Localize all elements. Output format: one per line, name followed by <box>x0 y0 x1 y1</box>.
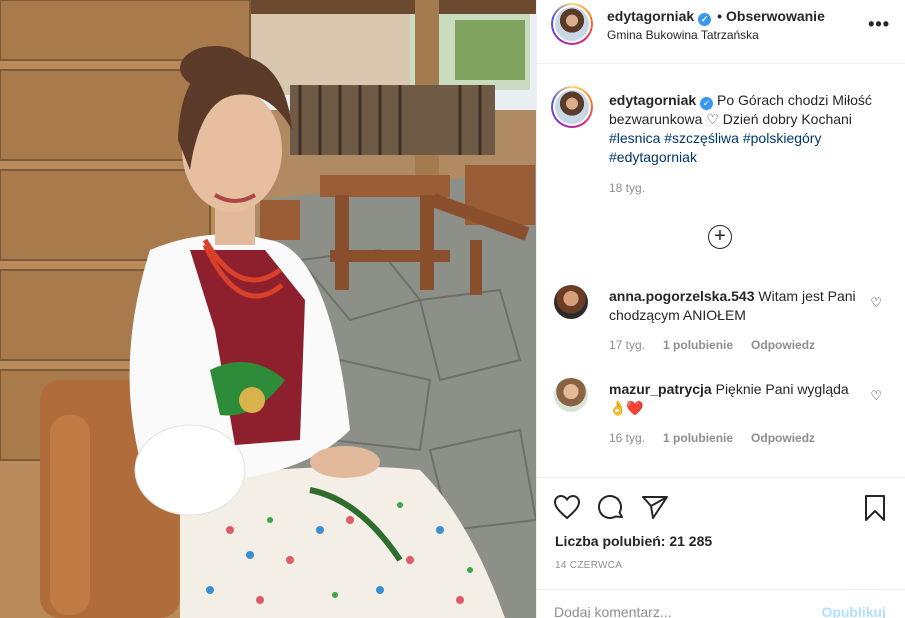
separator: • <box>717 8 723 24</box>
caption-text-2: Dzień dobry Kochani <box>722 111 852 127</box>
like-comment-heart-icon[interactable]: ♡ <box>870 295 882 311</box>
hashtag-link[interactable]: #polskiegóry <box>743 130 822 146</box>
comment-icon[interactable] <box>597 494 625 522</box>
comment-text: mazur_patrycja Pięknie Pani wygląda 👌❤️ <box>609 380 859 418</box>
hashtag-link[interactable]: #edytagorniak <box>609 149 697 165</box>
add-comment-bar: Opublikuj <box>537 589 905 618</box>
more-options-icon[interactable]: ••• <box>868 14 890 35</box>
caption-timestamp[interactable]: 18 tyg. <box>609 181 645 195</box>
like-comment-heart-icon[interactable]: ♡ <box>870 388 882 404</box>
reply-button[interactable]: Odpowiedz <box>751 431 815 445</box>
publish-button[interactable]: Opublikuj <box>821 604 886 618</box>
comment-meta: 17 tyg. 1 polubienie Odpowiedz <box>609 338 833 352</box>
caption-avatar[interactable] <box>551 86 593 128</box>
heart-icon[interactable] <box>553 494 581 520</box>
author-line: edytagorniak ✓ • Obserwowanie <box>607 8 825 26</box>
bookmark-icon[interactable] <box>863 494 887 522</box>
white-heart-icon: ♡ <box>706 111 719 127</box>
verified-badge-icon: ✓ <box>698 13 712 26</box>
comment-username[interactable]: mazur_patrycja <box>609 381 712 397</box>
photo-illustration <box>0 0 536 618</box>
post-photo[interactable] <box>0 0 536 618</box>
post-caption: edytagorniak ✓ Po Górach chodzi Miłość be… <box>609 91 887 167</box>
verified-badge-icon: ✓ <box>700 97 714 110</box>
author-username[interactable]: edytagorniak <box>607 8 694 24</box>
post-details-panel: edytagorniak ✓ • Obserwowanie Gmina Bukowin… <box>536 0 905 618</box>
comment-item: anna.pogorzelska.543 Witam jest Pani cho… <box>537 285 905 375</box>
following-button[interactable]: Obserwowanie <box>726 8 825 24</box>
comment-time[interactable]: 16 tyg. <box>609 431 645 445</box>
caption-username[interactable]: edytagorniak <box>609 92 696 108</box>
hashtag-link[interactable]: #szczęśliwa <box>664 130 739 146</box>
add-comment-input[interactable] <box>554 604 814 618</box>
share-icon[interactable] <box>641 494 669 520</box>
comment-time[interactable]: 17 tyg. <box>609 338 645 352</box>
load-more-comments-icon[interactable]: + <box>708 225 732 249</box>
reply-button[interactable]: Odpowiedz <box>751 338 815 352</box>
comment-item: mazur_patrycja Pięknie Pani wygląda 👌❤️ … <box>537 378 905 468</box>
author-avatar[interactable] <box>551 3 593 45</box>
post-date[interactable]: 14 CZERWCA <box>555 560 622 571</box>
post-actions: Liczba polubień: 21 285 14 CZERWCA <box>537 477 905 587</box>
comment-likes[interactable]: 1 polubienie <box>663 431 733 445</box>
comments-section: edytagorniak ✓ Po Górach chodzi Miłość be… <box>537 65 905 477</box>
post-header: edytagorniak ✓ • Obserwowanie Gmina Bukowin… <box>537 0 905 64</box>
commenter-avatar[interactable] <box>554 378 588 412</box>
comment-likes[interactable]: 1 polubienie <box>663 338 733 352</box>
hashtag-link[interactable]: #lesnica <box>609 130 660 146</box>
comment-text: anna.pogorzelska.543 Witam jest Pani cho… <box>609 287 859 325</box>
comment-meta: 16 tyg. 1 polubienie Odpowiedz <box>609 431 833 445</box>
commenter-avatar[interactable] <box>554 285 588 319</box>
likes-count[interactable]: Liczba polubień: 21 285 <box>555 533 712 549</box>
location-link[interactable]: Gmina Bukowina Tatrzańska <box>607 28 759 42</box>
comment-username[interactable]: anna.pogorzelska.543 <box>609 288 755 304</box>
